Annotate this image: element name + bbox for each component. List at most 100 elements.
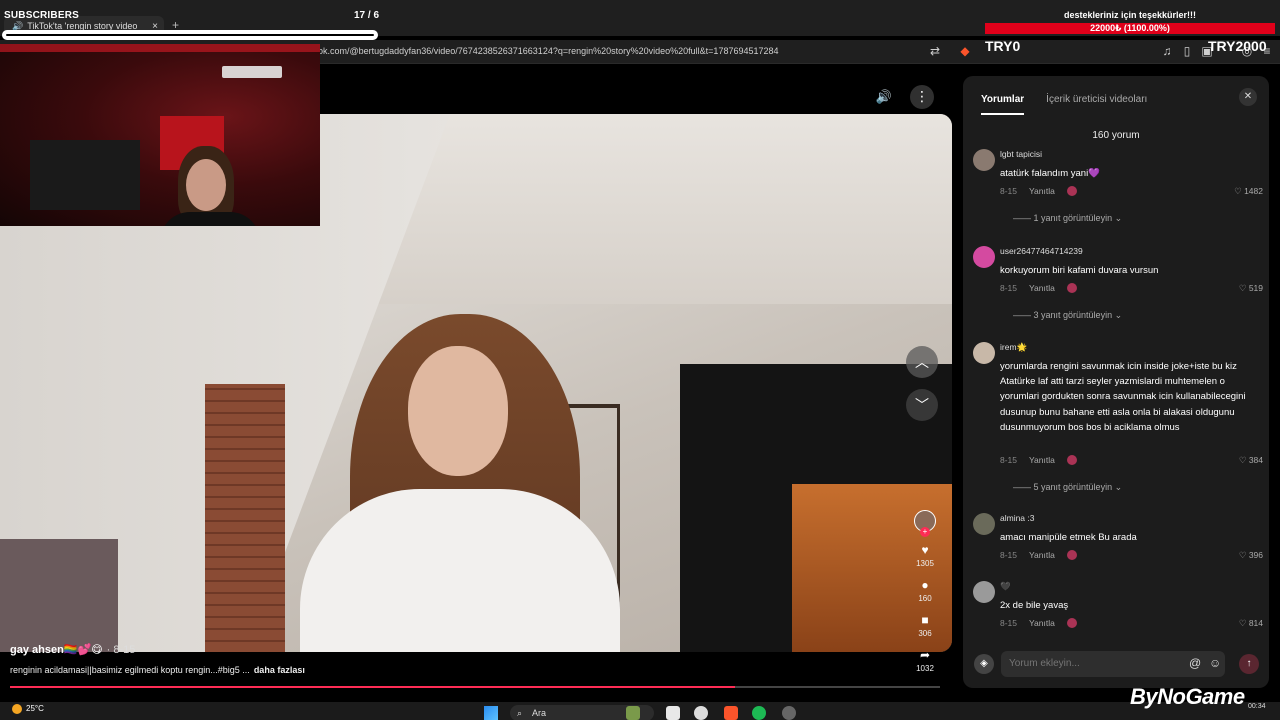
video-description: renginin acildamasi||basimiz egilmedi ko… — [10, 665, 305, 675]
share-count: 1032 — [916, 664, 934, 673]
sidebar-icon[interactable]: ▯ — [1180, 44, 1194, 58]
comment-likes[interactable]: ♡ 396 — [1239, 550, 1263, 561]
more-link[interactable]: daha fazlası — [254, 665, 305, 675]
goal-end-label: TRY2000 — [1208, 38, 1267, 54]
search-label: Ara — [532, 708, 547, 718]
follow-plus-icon[interactable]: + — [920, 527, 930, 537]
spotify-icon[interactable] — [752, 706, 766, 720]
save-button[interactable]: ■ 306 — [910, 613, 940, 638]
view-replies-button[interactable]: —— 5 yanıt görüntüleyin ⌄ — [1013, 482, 1122, 493]
user-avatar: ◈ — [974, 654, 994, 674]
comment-likes[interactable]: ♡ 814 — [1239, 618, 1263, 629]
translate-icon[interactable]: ⇄ — [928, 44, 942, 58]
like-button[interactable]: ♥ 1305 — [910, 543, 940, 568]
video-progress-bar[interactable] — [10, 686, 940, 688]
like-count: 396 — [1248, 550, 1263, 560]
comment-date: 8-15 — [1000, 283, 1018, 293]
comment-meta: 8-15 Yanıtla — [1000, 283, 1077, 293]
commenter-avatar[interactable] — [973, 342, 995, 364]
subscribers-count: 17 / 6 — [354, 10, 380, 21]
tab-creator-videos[interactable]: İçerik üreticisi videoları — [1046, 94, 1147, 115]
comment-count: 160 — [918, 594, 932, 603]
commenter-avatar[interactable] — [973, 581, 995, 603]
creator-liked-avatar — [1066, 283, 1077, 293]
commenter-name[interactable]: 🖤 — [1000, 581, 1011, 592]
comment-text: atatürk falandım yani💜 — [1000, 168, 1101, 179]
weather-widget[interactable]: 25°C — [12, 704, 44, 714]
comment-text: 2x de bile yavaş — [1000, 600, 1069, 611]
comment-likes[interactable]: ♡ 1482 — [1234, 186, 1263, 197]
creator-liked-avatar — [1066, 186, 1077, 196]
more-options-icon[interactable]: ⋮ — [910, 85, 934, 109]
comment-date: 8-15 — [1000, 186, 1018, 196]
reply-button[interactable]: Yanıtla — [1029, 283, 1055, 293]
comment-text: yorumlarda rengini savunmak icin inside … — [1000, 361, 1246, 433]
music-icon[interactable]: ♫ — [1160, 44, 1174, 58]
creator-liked-avatar — [1066, 550, 1077, 560]
explorer-icon[interactable] — [666, 706, 680, 720]
creator-liked-avatar — [1066, 455, 1077, 465]
heart-icon: ♥ — [921, 543, 929, 557]
reply-button[interactable]: Yanıtla — [1029, 550, 1055, 560]
chevron-up-icon[interactable]: ︿ — [906, 346, 938, 378]
comment-text: korkuyorum biri kafami duvara vursun — [1000, 265, 1159, 276]
like-count: 1482 — [1244, 186, 1263, 196]
creator-liked-avatar — [1066, 618, 1077, 628]
send-icon[interactable]: ↑ — [1239, 654, 1259, 674]
description-text: renginin acildamasi||basimiz egilmedi ko… — [10, 665, 250, 675]
screen: 🔊 TikTok'ta 'rengin story video × + ok.c… — [0, 0, 1280, 720]
view-replies-button[interactable]: —— 3 yanıt görüntüleyin ⌄ — [1013, 310, 1122, 321]
reply-button[interactable]: Yanıtla — [1029, 455, 1055, 465]
url-text[interactable]: ok.com/@bertugdaddyfan36/video/767423852… — [318, 46, 779, 56]
comment-likes[interactable]: ♡ 519 — [1239, 283, 1263, 294]
goal-start-label: TRY0 — [985, 38, 1021, 54]
video-progress-fill — [10, 686, 736, 688]
reply-button[interactable]: Yanıtla — [1029, 618, 1055, 628]
close-icon[interactable]: ✕ — [1239, 88, 1257, 106]
brand-logo: ByNoGame — [1130, 684, 1245, 709]
comments-button[interactable]: ● 160 — [910, 578, 940, 603]
video-author[interactable]: gay ahsen🏳️‍🌈💕😋 · 8-15 — [10, 643, 135, 656]
author-name[interactable]: gay ahsen🏳️‍🌈💕😋 — [10, 644, 103, 656]
subscribers-progress-bar — [2, 30, 378, 40]
comment-likes[interactable]: ♡ 384 — [1239, 455, 1263, 466]
commenter-name[interactable]: lgbt tapicisi — [1000, 149, 1042, 159]
comments-panel: Yorumlar İçerik üreticisi videoları ✕ 16… — [963, 76, 1269, 688]
volume-icon[interactable]: 🔊 — [872, 85, 896, 109]
commenter-name[interactable]: irem🌟 — [1000, 342, 1027, 353]
share-button[interactable]: ➦ 1032 — [910, 648, 940, 673]
commenter-avatar[interactable] — [973, 513, 995, 535]
save-count: 306 — [918, 629, 932, 638]
brave-shield-icon[interactable]: ◆ — [958, 44, 972, 58]
comment-date: 8-15 — [1000, 550, 1018, 560]
replies-label: 3 yanıt görüntüleyin — [1033, 310, 1113, 320]
panel-tabs: Yorumlar İçerik üreticisi videoları — [981, 94, 1147, 115]
comment-meta: 8-15 Yanıtla — [1000, 455, 1077, 465]
search-icon: ⌕ — [517, 708, 523, 718]
comment-icon: ● — [921, 578, 929, 592]
view-replies-button[interactable]: —— 1 yanıt görüntüleyin ⌄ — [1013, 213, 1122, 224]
app-icon[interactable] — [626, 706, 640, 720]
replies-label: 1 yanıt görüntüleyin — [1033, 213, 1113, 223]
comment-text: amacı manipüle etmek Bu arada — [1000, 532, 1137, 543]
comment-meta: 8-15 Yanıtla — [1000, 550, 1077, 560]
obs-icon[interactable] — [782, 706, 796, 720]
emoji-icon[interactable]: ☺ — [1209, 656, 1221, 670]
taskbar-clock: 00:34 — [1248, 703, 1266, 710]
tab-comments[interactable]: Yorumlar — [981, 94, 1025, 115]
brave-icon[interactable] — [724, 706, 738, 720]
like-count: 519 — [1248, 283, 1263, 293]
comment-meta: 8-15 Yanıtla — [1000, 186, 1077, 196]
like-count: 384 — [1248, 455, 1263, 465]
like-count: 1305 — [916, 559, 934, 568]
sun-icon — [12, 704, 22, 714]
commenter-name[interactable]: user26477464714239 — [1000, 246, 1083, 256]
mention-icon[interactable]: @ — [1189, 656, 1201, 670]
chevron-down-icon[interactable]: ﹀ — [906, 389, 938, 421]
steam-icon[interactable] — [694, 706, 708, 720]
commenter-avatar[interactable] — [973, 149, 995, 171]
commenter-name[interactable]: almina :3 — [1000, 513, 1035, 523]
reply-button[interactable]: Yanıtla — [1029, 186, 1055, 196]
windows-start-icon[interactable] — [484, 706, 498, 720]
commenter-avatar[interactable] — [973, 246, 995, 268]
